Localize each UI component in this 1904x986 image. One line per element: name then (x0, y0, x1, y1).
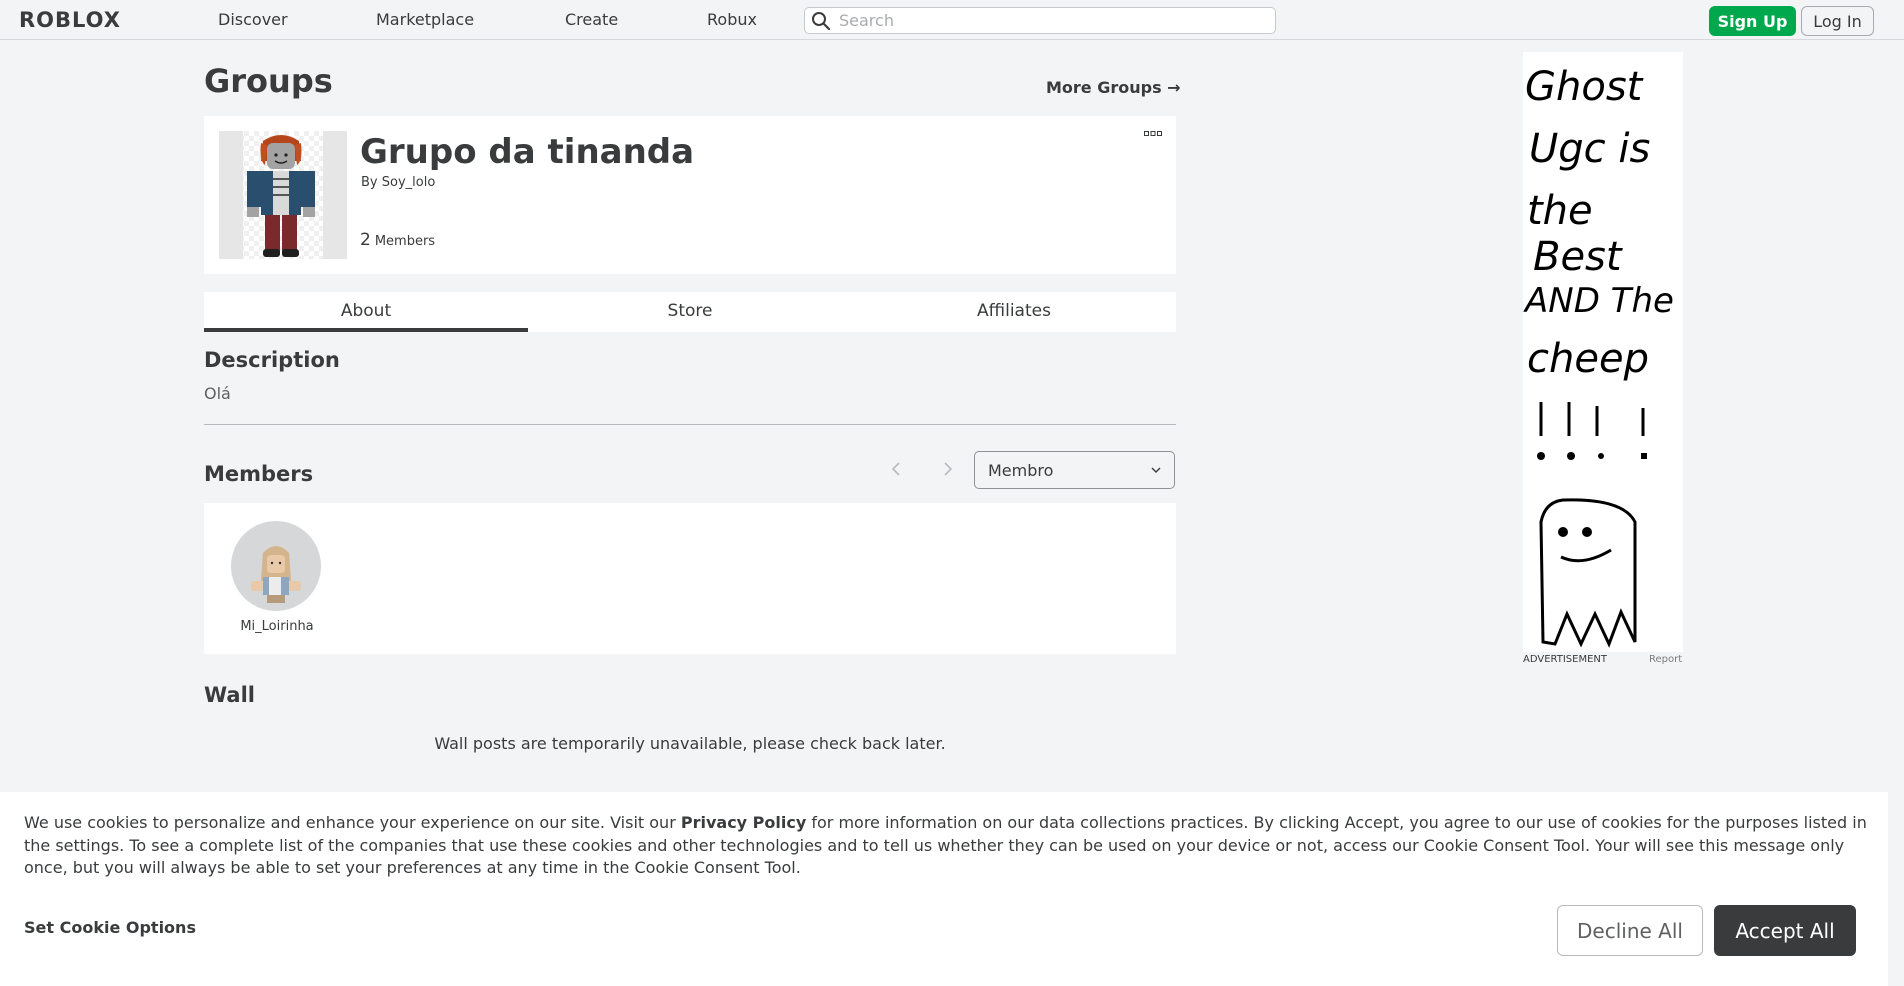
search-box[interactable] (804, 7, 1276, 34)
chevron-down-icon (1151, 467, 1161, 473)
decline-all-button[interactable]: Decline All (1557, 905, 1703, 956)
advertisement-banner[interactable]: Ghost Ugc is the Best AND The cheep (1523, 52, 1683, 652)
group-emblem (219, 131, 347, 259)
cookie-text-before: We use cookies to personalize and enhanc… (24, 813, 681, 832)
ad-line-4: Best (1533, 234, 1623, 280)
sign-up-button[interactable]: Sign Up (1709, 6, 1796, 36)
section-divider (204, 424, 1176, 425)
set-cookie-options-link[interactable]: Set Cookie Options (24, 918, 196, 937)
members-title: Members (204, 462, 314, 486)
ad-line-6: cheep (1527, 336, 1649, 382)
group-name: Grupo da tinanda (360, 132, 695, 172)
group-header-card: Grupo da tinanda By Soy_lolo 2 Members (204, 116, 1176, 274)
top-navigation: ROBLOX Discover Marketplace Create Robux… (0, 0, 1904, 40)
tab-store[interactable]: Store (528, 292, 852, 332)
cookie-consent-banner: We use cookies to personalize and enhanc… (0, 792, 1888, 986)
tab-affiliates[interactable]: Affiliates (852, 292, 1176, 332)
more-options-icon[interactable] (1144, 130, 1162, 138)
avatar-headshot-icon (251, 546, 301, 603)
members-list: Mi_Loirinha (204, 503, 1176, 654)
chevron-right-icon[interactable] (941, 460, 955, 478)
nav-marketplace[interactable]: Marketplace (376, 10, 474, 29)
role-dropdown[interactable]: Membro (974, 451, 1175, 489)
nav-discover[interactable]: Discover (218, 10, 288, 29)
description-text: Olá (204, 384, 231, 403)
by-label: By (361, 175, 378, 190)
member-avatar[interactable] (231, 521, 321, 611)
group-tabs: About Store Affiliates (204, 292, 1176, 332)
group-owner-line: By Soy_lolo (361, 175, 435, 190)
more-groups-link[interactable]: More Groups → (1046, 78, 1181, 97)
role-dropdown-value: Membro (988, 461, 1054, 480)
roblox-logo[interactable]: ROBLOX (19, 8, 121, 32)
member-count: 2 Members (360, 230, 435, 250)
privacy-policy-link[interactable]: Privacy Policy (681, 813, 806, 832)
ad-drawing: Ghost Ugc is the Best AND The cheep (1523, 64, 1674, 648)
page-title: Groups (204, 62, 333, 100)
nav-create[interactable]: Create (565, 10, 618, 29)
description-title: Description (204, 348, 340, 372)
avatar-figure-icon (219, 131, 347, 259)
advertisement-label: ADVERTISEMENT (1523, 654, 1608, 665)
group-owner-link[interactable]: Soy_lolo (382, 175, 436, 190)
ad-line-1: Ghost (1525, 64, 1644, 110)
member-count-label: Members (374, 234, 436, 249)
wall-unavailable-message: Wall posts are temporarily unavailable, … (434, 734, 946, 753)
member-count-value: 2 (360, 230, 371, 250)
ad-line-2: Ugc is (1529, 126, 1650, 172)
accept-all-button[interactable]: Accept All (1714, 905, 1856, 956)
ad-line-5: AND The (1523, 281, 1674, 321)
ad-report-link[interactable]: Report (1649, 654, 1682, 665)
member-name[interactable]: Mi_Loirinha (213, 619, 341, 634)
log-in-button[interactable]: Log In (1801, 6, 1874, 36)
chevron-left-icon[interactable] (889, 460, 903, 478)
tab-about[interactable]: About (204, 292, 528, 332)
ad-line-3: the (1527, 188, 1593, 234)
search-input[interactable] (839, 10, 1259, 31)
nav-robux[interactable]: Robux (707, 10, 757, 29)
cookie-message: We use cookies to personalize and enhanc… (24, 812, 1876, 880)
search-icon (812, 12, 831, 31)
wall-title: Wall (204, 683, 255, 707)
